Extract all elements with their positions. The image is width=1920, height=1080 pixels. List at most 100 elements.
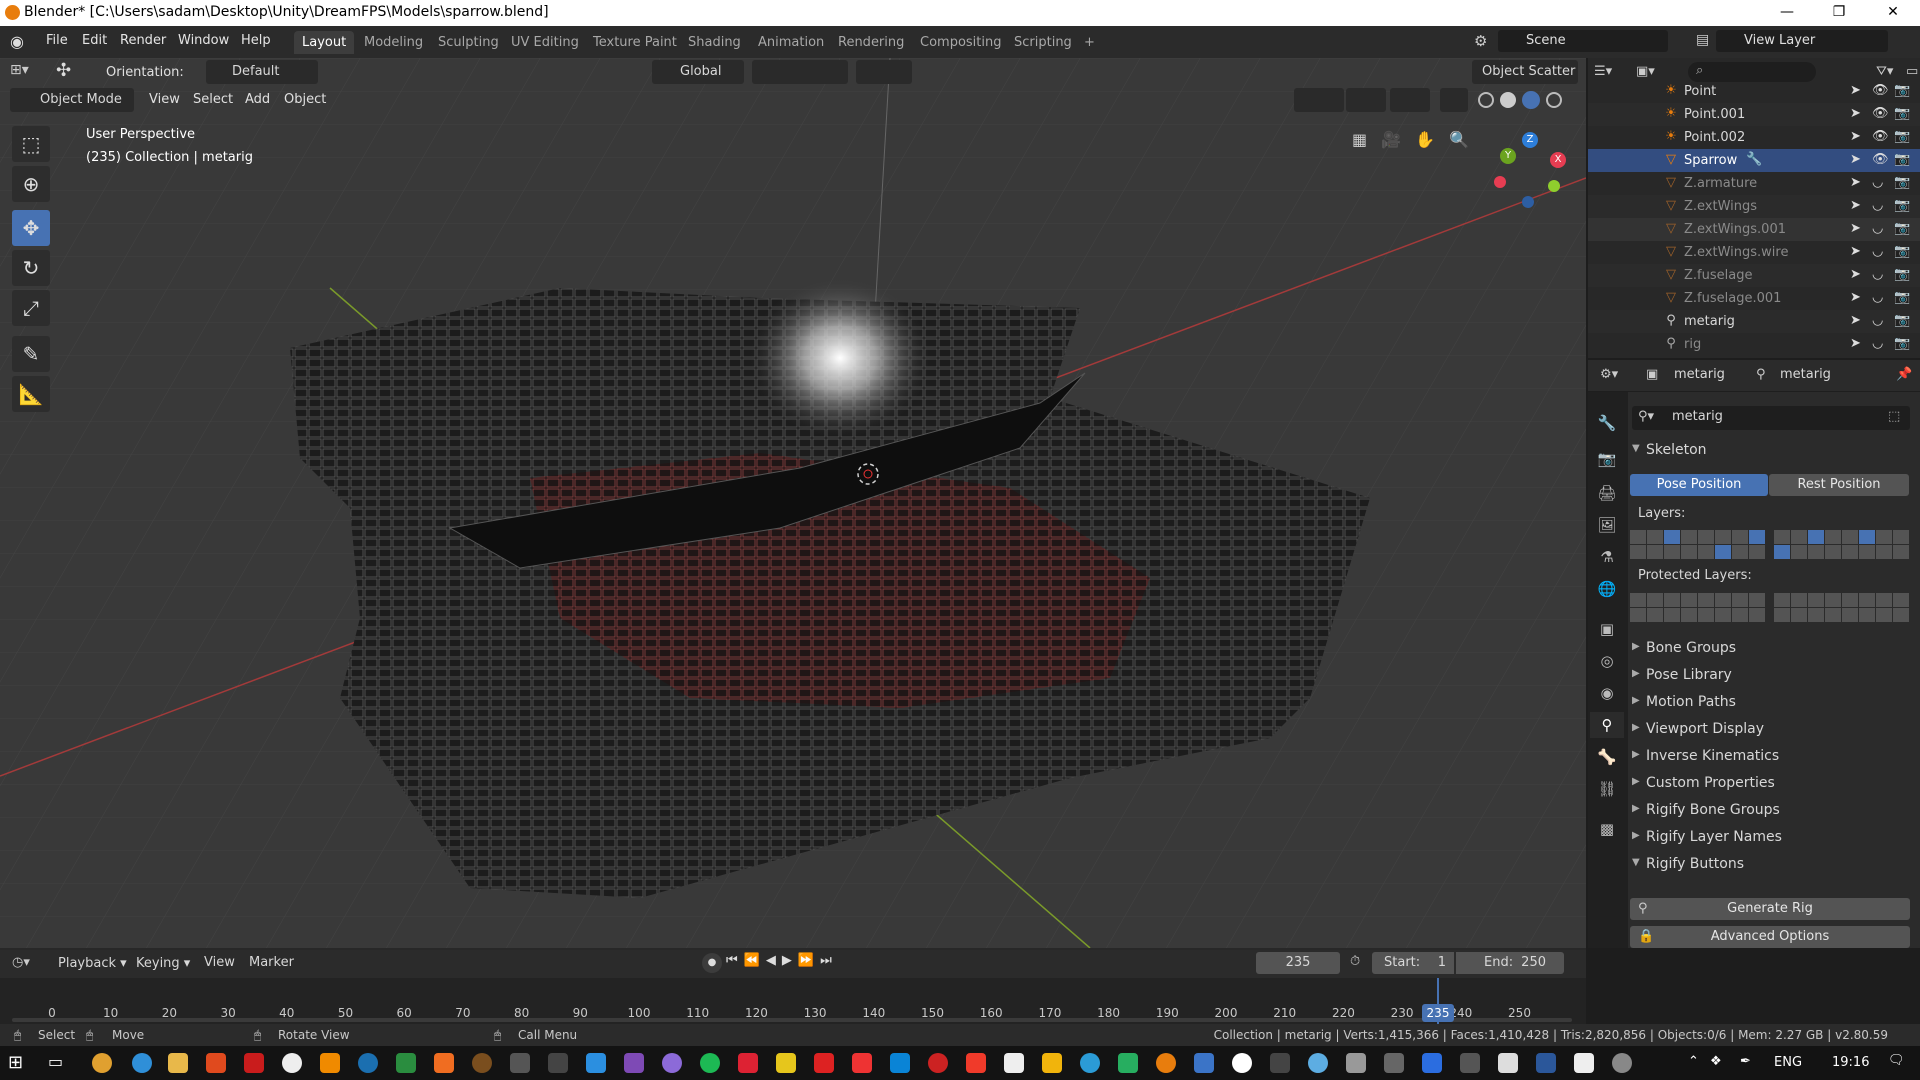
scale-tool[interactable]: ⤢ [12, 290, 50, 326]
navigation-gizmo[interactable]: Z X Y [1490, 130, 1580, 210]
blender-menu-icon[interactable]: ◉ [10, 32, 30, 52]
app-icon[interactable] [510, 1053, 530, 1073]
select-arrow-icon[interactable]: ➤ [1850, 336, 1861, 351]
app-icon[interactable] [814, 1053, 834, 1073]
outliner-row[interactable]: ☀ Point.002 ➤ 👁 📷 [1588, 126, 1920, 149]
eye-icon[interactable]: 👁 [1872, 152, 1889, 167]
outliner-row[interactable]: ▽ Z.fuselage.001 ➤ ◡ 📷 [1588, 287, 1920, 310]
camera-icon[interactable]: 📷 [1894, 152, 1910, 167]
render-tab-icon[interactable]: 📷 [1590, 446, 1624, 472]
select-arrow-icon[interactable]: ➤ [1850, 221, 1861, 236]
tool-tab-icon[interactable]: 🔧 [1590, 410, 1624, 436]
notifications-icon[interactable]: 🗨 [1888, 1053, 1905, 1068]
camera-icon[interactable]: 📷 [1894, 313, 1910, 328]
rendered-shading-icon[interactable] [1546, 92, 1562, 108]
eye-closed-icon[interactable]: ◡ [1872, 336, 1883, 351]
viewport-display-panel-header[interactable]: ▶ Viewport Display [1628, 717, 1910, 744]
app-icon[interactable] [472, 1053, 492, 1073]
camera-icon[interactable]: 📷 [1894, 244, 1910, 259]
world-tab-icon[interactable]: 🌐 [1590, 576, 1624, 602]
end-frame-field[interactable]: End: 250 [1456, 952, 1564, 974]
select-arrow-icon[interactable]: ➤ [1850, 198, 1861, 213]
eye-icon[interactable]: 👁 [1872, 106, 1889, 121]
app-icon[interactable] [1422, 1053, 1442, 1073]
camera-icon[interactable]: 📷 [1894, 336, 1910, 351]
snapping-controls[interactable] [752, 60, 848, 84]
playhead-label[interactable]: 235 [1422, 1004, 1454, 1022]
rigify-bone-groups-panel-header[interactable]: ▶ Rigify Bone Groups [1628, 798, 1910, 825]
view-layer-tab-icon[interactable]: 🖼 [1590, 512, 1624, 538]
camera-icon[interactable]: 📷 [1894, 106, 1910, 121]
rest-position-button[interactable]: Rest Position [1769, 474, 1909, 496]
gizmo-toggle[interactable] [1346, 88, 1386, 112]
material-shading-icon[interactable] [1522, 91, 1540, 109]
select-arrow-icon[interactable]: ➤ [1850, 129, 1861, 144]
camera-view-icon[interactable]: 🎥 [1381, 130, 1401, 154]
menu-edit[interactable]: Edit [82, 33, 107, 48]
play-icon[interactable]: ▶ [782, 953, 792, 973]
tray-chevron-icon[interactable]: ⌃ [1688, 1054, 1699, 1069]
annotate-tool[interactable]: ✎ [12, 336, 50, 372]
outliner-row[interactable]: ⚲ metarig ➤ ◡ 📷 [1588, 310, 1920, 333]
app-icon[interactable] [1498, 1053, 1518, 1073]
data-name-field[interactable]: ⚲▾ metarig ⬚ [1632, 406, 1910, 430]
keying-menu[interactable]: Keying ▾ [132, 952, 196, 976]
app-icon[interactable] [1118, 1053, 1138, 1073]
unity-icon[interactable] [548, 1053, 568, 1073]
object-tab-icon[interactable]: ▣ [1590, 616, 1624, 642]
rotate-tool[interactable]: ↻ [12, 250, 50, 286]
clock[interactable]: 19:16 [1832, 1055, 1869, 1070]
pose-position-button[interactable]: Pose Position [1630, 474, 1768, 496]
overlay-toggle[interactable] [1390, 88, 1430, 112]
record-button[interactable]: ● [702, 953, 722, 973]
eye-closed-icon[interactable]: ◡ [1872, 175, 1883, 190]
properties-editor-type-icon[interactable]: ⚙▾ [1600, 367, 1618, 382]
armature-data-tab-icon[interactable]: ⚲ [1590, 712, 1624, 738]
fake-user-icon[interactable]: ⬚ [1888, 409, 1900, 424]
clock-icon[interactable]: ⏱ [1350, 954, 1360, 969]
motion-paths-panel-header[interactable]: ▶ Motion Paths [1628, 690, 1910, 717]
rigify-buttons-panel-header[interactable]: ▼ Rigify Buttons [1628, 852, 1910, 879]
gizmo-neg-z[interactable] [1522, 196, 1534, 208]
menu-view[interactable]: View [149, 89, 180, 111]
jump-keyframe-forward-icon[interactable]: ⏩ [798, 953, 814, 973]
skeleton-panel-header[interactable]: ▼ Skeleton [1628, 438, 1910, 465]
app-icon[interactable] [1346, 1053, 1366, 1073]
menu-add[interactable]: Add [245, 89, 270, 111]
move-tool[interactable]: ✥ [12, 210, 50, 246]
app-icon[interactable] [966, 1053, 986, 1073]
visibility-dropdown[interactable] [1294, 88, 1344, 112]
pose-library-panel-header[interactable]: ▶ Pose Library [1628, 663, 1910, 690]
gizmo-neg-x[interactable] [1494, 176, 1506, 188]
menu-select[interactable]: Select [193, 89, 233, 111]
timeline-view-menu[interactable]: View [204, 955, 235, 970]
menu-window[interactable]: Window [178, 33, 229, 48]
acrobat-icon[interactable] [244, 1053, 264, 1073]
app-icon[interactable] [852, 1053, 872, 1073]
app-icon[interactable] [662, 1053, 682, 1073]
blender-taskbar-icon[interactable] [1156, 1053, 1176, 1073]
view-layer-selector[interactable]: View Layer [1716, 30, 1888, 52]
app-icon[interactable] [1080, 1053, 1100, 1073]
skype-icon[interactable] [358, 1053, 378, 1073]
task-view-icon[interactable]: ▭ [48, 1052, 70, 1074]
jump-end-icon[interactable]: ⏭ [820, 953, 832, 973]
select-arrow-icon[interactable]: ➤ [1850, 106, 1861, 121]
modifiers-tab-icon[interactable]: ◎ [1590, 648, 1624, 674]
eye-closed-icon[interactable]: ◡ [1872, 313, 1883, 328]
app-icon[interactable] [1384, 1053, 1404, 1073]
zoom-icon[interactable]: 🔍 [1449, 130, 1469, 154]
select-arrow-icon[interactable]: ➤ [1850, 175, 1861, 190]
tab-texture-paint[interactable]: Texture Paint [585, 31, 685, 54]
menu-object[interactable]: Object [284, 89, 326, 111]
app-icon[interactable] [738, 1053, 758, 1073]
camera-icon[interactable]: 📷 [1894, 267, 1910, 282]
pen-icon[interactable]: ✒ [1740, 1054, 1751, 1069]
timeline-marker-menu[interactable]: Marker [249, 955, 294, 970]
app-icon[interactable] [1004, 1053, 1024, 1073]
gizmo-y-axis[interactable]: Y [1500, 148, 1516, 164]
spotify-icon[interactable] [700, 1053, 720, 1073]
outliner-row[interactable]: ▽ Z.extWings ➤ ◡ 📷 [1588, 195, 1920, 218]
eye-closed-icon[interactable]: ◡ [1872, 244, 1883, 259]
app-icon[interactable] [776, 1053, 796, 1073]
